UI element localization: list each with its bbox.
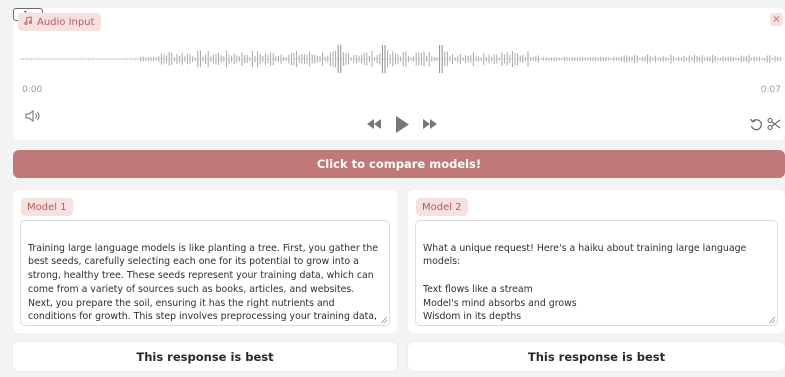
- rewind-icon[interactable]: [366, 118, 382, 130]
- resize-handle-icon[interactable]: [769, 317, 775, 323]
- model-1-panel: Model 1 Training large language models i…: [13, 190, 397, 333]
- time-end: 0:07: [760, 85, 781, 95]
- model-2-response[interactable]: What a unique request! Here's a haiku ab…: [415, 220, 778, 326]
- model-2-panel: Model 2 What a unique request! Here's a …: [408, 190, 785, 333]
- audio-input-label: Audio Input: [18, 13, 101, 31]
- audio-input-label-text: Audio Input: [37, 16, 95, 28]
- scissors-icon[interactable]: [767, 117, 781, 131]
- model-1-response-text: Training large language models is like p…: [28, 242, 379, 325]
- model-2-best-button[interactable]: This response is best: [408, 342, 785, 371]
- model-1-best-button[interactable]: This response is best: [13, 342, 397, 371]
- model-2-label: Model 2: [416, 198, 468, 216]
- close-icon[interactable]: ×: [770, 13, 783, 26]
- music-note-icon: [24, 16, 33, 28]
- resize-handle-icon[interactable]: [381, 317, 387, 323]
- time-start: 0:00: [22, 85, 43, 95]
- undo-icon[interactable]: [749, 117, 763, 131]
- audio-waveform[interactable]: [20, 44, 782, 74]
- audio-input-panel: Audio Input × 0:00 0:07 1x: [13, 8, 785, 140]
- fast-forward-icon[interactable]: [422, 118, 438, 130]
- model-1-response[interactable]: Training large language models is like p…: [20, 220, 390, 326]
- play-icon[interactable]: [394, 115, 410, 134]
- model-2-response-text: What a unique request! Here's a haiku ab…: [423, 242, 747, 323]
- volume-icon[interactable]: [24, 109, 42, 123]
- model-1-label: Model 1: [21, 198, 73, 216]
- compare-models-button[interactable]: Click to compare models!: [13, 150, 785, 178]
